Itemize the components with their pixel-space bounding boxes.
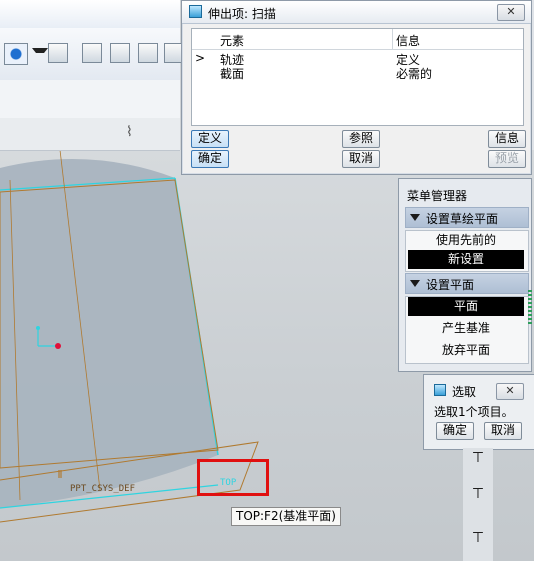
- no-hidden-view-icon[interactable]: [138, 43, 158, 63]
- row-element: 截面: [220, 67, 245, 81]
- menu-item-discard-plane[interactable]: 放弃平面: [408, 341, 524, 360]
- select-dialog-title: 选取: [452, 385, 477, 399]
- plane-tooltip: TOP:F2(基准平面): [231, 507, 341, 526]
- table-header: 元素 信息: [192, 29, 523, 50]
- status-strip: ⌇: [0, 118, 180, 151]
- top-toolbar: [0, 0, 180, 29]
- select-prompt: 选取1个项目。: [434, 405, 514, 419]
- menu-section-label: 设置草绘平面: [426, 212, 499, 226]
- menu-item-make-datum[interactable]: 产生基准: [408, 319, 524, 338]
- menu-section-label: 设置平面: [426, 278, 475, 292]
- csys-label: PPT_CSYS_DEF: [70, 484, 136, 494]
- hidden-line-view-icon[interactable]: [110, 43, 130, 63]
- menu-item-new-setup[interactable]: 新设置: [408, 250, 524, 269]
- dialog-app-icon: [434, 384, 446, 396]
- column-header-info: 信息: [396, 34, 421, 48]
- side-toolbar: ⊤ ⊤ ⊤: [463, 448, 493, 561]
- select-ok-button[interactable]: 确定: [436, 422, 474, 440]
- datum-tool-icon[interactable]: ⊤: [469, 450, 487, 468]
- close-icon[interactable]: ✕: [496, 383, 524, 400]
- collapse-triangle-icon: [410, 214, 420, 221]
- menu-section-sketch-plane[interactable]: 设置草绘平面: [405, 207, 529, 228]
- define-button[interactable]: 定义: [191, 130, 229, 148]
- highlight-box: [197, 459, 269, 496]
- dialog-title: 伸出项: 扫描: [208, 7, 276, 21]
- menu-manager: 菜单管理器 设置草绘平面 使用先前的 新设置 设置平面 平面 产生基准 放弃平面: [398, 178, 532, 372]
- table-row[interactable]: > 轨迹 定义: [192, 51, 523, 67]
- menu-manager-title: 菜单管理器: [407, 189, 468, 203]
- element-table: 元素 信息 > 轨迹 定义 截面 必需的: [191, 28, 524, 126]
- menu-section-set-plane[interactable]: 设置平面: [405, 273, 529, 294]
- preview-button[interactable]: 预览: [488, 150, 526, 168]
- menu-section-body: 平面 产生基准 放弃平面: [405, 296, 529, 364]
- column-header-element: 元素: [220, 34, 245, 48]
- menu-item-use-previous[interactable]: 使用先前的: [408, 231, 524, 250]
- dialog-titlebar[interactable]: 伸出项: 扫描 ✕: [182, 1, 531, 24]
- close-icon[interactable]: ✕: [497, 4, 525, 21]
- reference-button[interactable]: 参照: [342, 130, 380, 148]
- dialog-app-icon: [189, 5, 202, 18]
- menu-resize-grip[interactable]: [528, 290, 532, 326]
- saved-view-icon[interactable]: [48, 43, 68, 63]
- row-marker: >: [195, 51, 206, 65]
- menu-item-plane[interactable]: 平面: [408, 297, 524, 316]
- dropdown-arrow-icon[interactable]: [32, 48, 48, 61]
- menu-section-body: 使用先前的 新设置: [405, 230, 529, 272]
- column-divider: [392, 29, 393, 49]
- secondary-toolbar: [0, 80, 180, 119]
- select-cancel-button[interactable]: 取消: [484, 422, 522, 440]
- datum-axis-tool-icon[interactable]: ⊤: [469, 486, 487, 504]
- collapse-triangle-icon: [410, 280, 420, 287]
- row-info: 必需的: [396, 67, 433, 81]
- cancel-button[interactable]: 取消: [342, 150, 380, 168]
- wireframe-view-icon[interactable]: [82, 43, 102, 63]
- spin-center-icon[interactable]: ⌇: [126, 124, 133, 140]
- info-button[interactable]: 信息: [488, 130, 526, 148]
- display-style-icon[interactable]: [4, 43, 28, 65]
- main-toolbar: [0, 28, 184, 81]
- select-dialog: 选取 ✕ 选取1个项目。 确定 取消: [423, 374, 534, 450]
- sweep-feature-dialog: 伸出项: 扫描 ✕ 元素 信息 > 轨迹 定义 截面 必需的 定义 参照 信息 …: [181, 0, 532, 175]
- datum-point-tool-icon[interactable]: ⊤: [469, 530, 487, 548]
- table-row[interactable]: 截面 必需的: [192, 65, 523, 81]
- ok-button[interactable]: 确定: [191, 150, 229, 168]
